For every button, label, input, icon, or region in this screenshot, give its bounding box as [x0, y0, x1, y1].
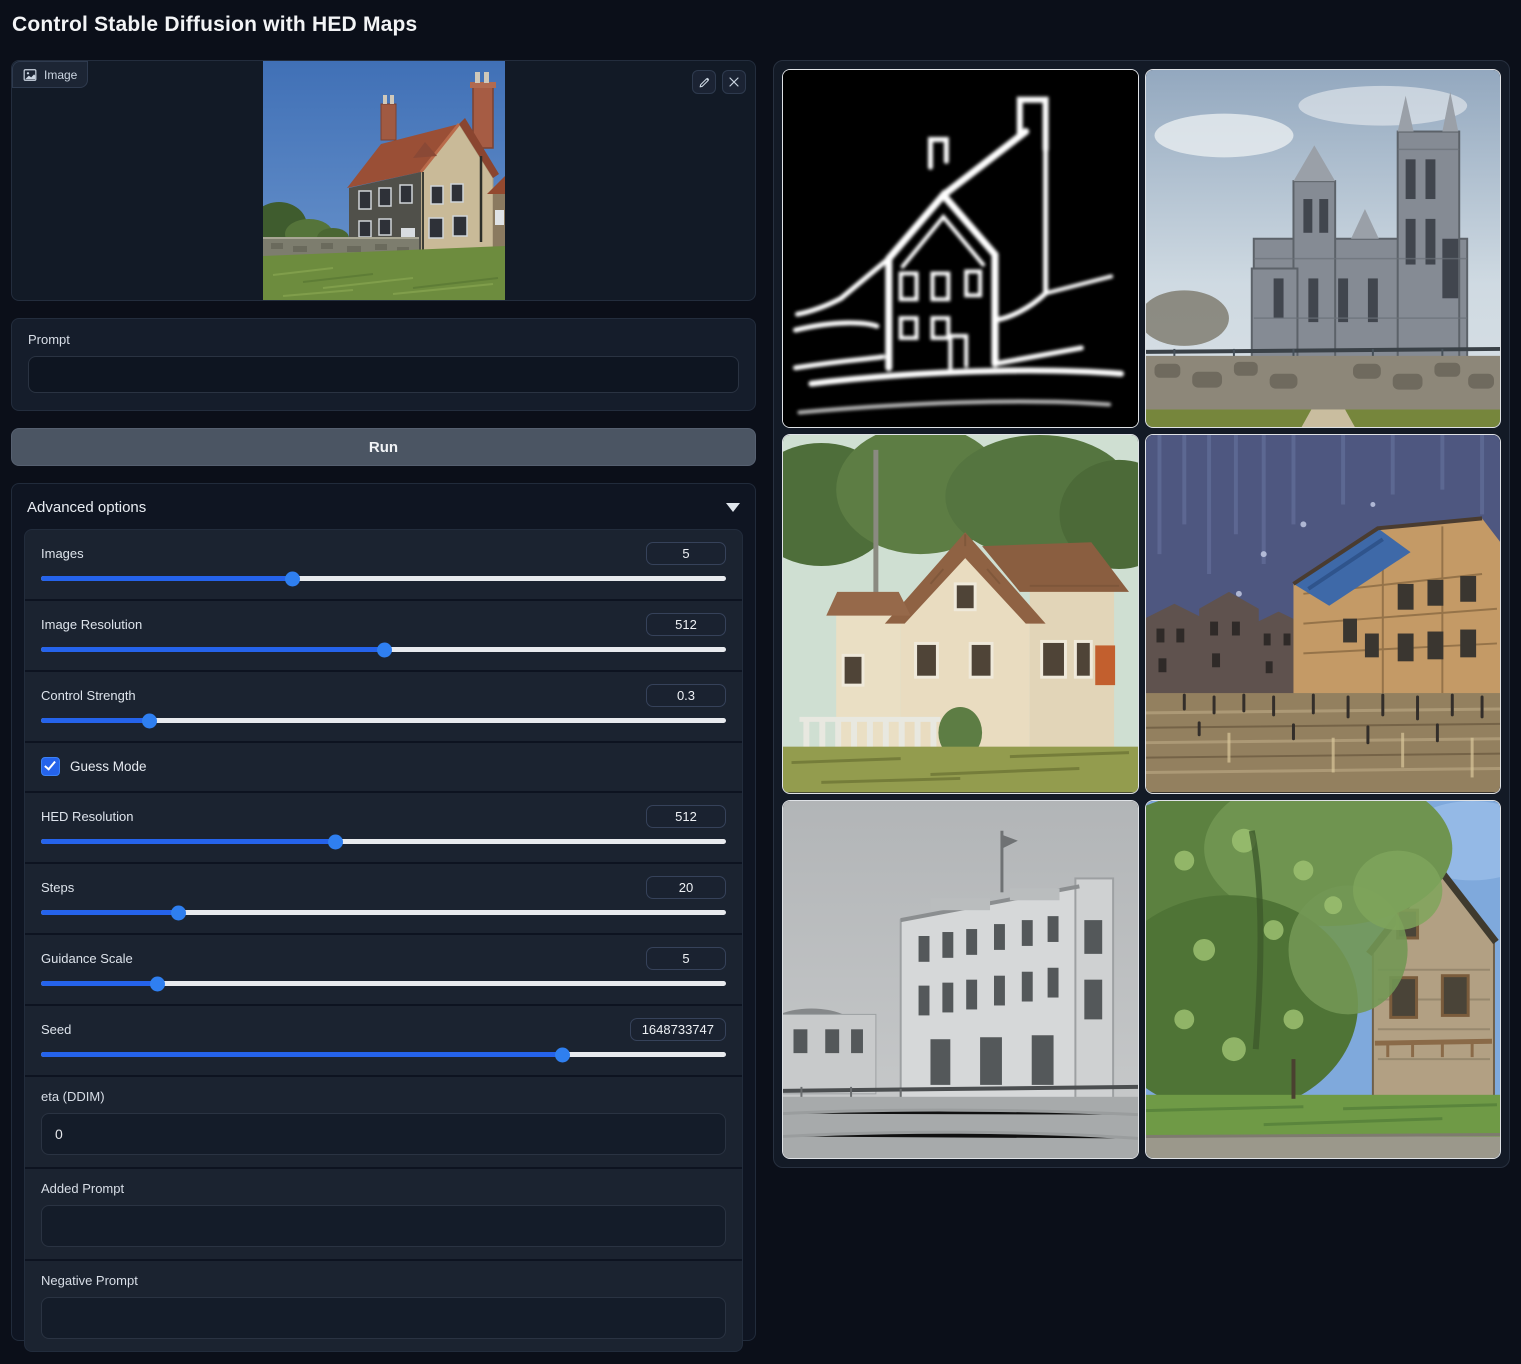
image-component-label-text: Image — [44, 68, 77, 82]
images-slider-label: Images — [41, 546, 84, 561]
image-resolution-slider[interactable] — [41, 647, 726, 652]
image-resolution-slider-handle[interactable] — [377, 642, 392, 657]
images-slider-row: Images 5 — [25, 530, 742, 601]
guidance-scale-value-box[interactable]: 5 — [646, 947, 726, 970]
negative-prompt-row: Negative Prompt — [25, 1261, 742, 1351]
seed-slider-label: Seed — [41, 1022, 71, 1037]
hed-resolution-slider[interactable] — [41, 839, 726, 844]
prompt-label: Prompt — [28, 332, 739, 347]
eta-input[interactable] — [41, 1113, 726, 1155]
page-title: Control Stable Diffusion with HED Maps — [12, 13, 417, 37]
control-strength-slider-label: Control Strength — [41, 688, 136, 703]
steps-value-box[interactable]: 20 — [646, 876, 726, 899]
advanced-options-title: Advanced options — [27, 499, 146, 516]
control-strength-value-box[interactable]: 0.3 — [646, 684, 726, 707]
guess-mode-label: Guess Mode — [70, 759, 147, 774]
clear-image-button[interactable] — [722, 70, 746, 94]
accordion-arrow-icon — [726, 503, 740, 512]
advanced-options-header[interactable]: Advanced options — [12, 484, 755, 528]
gallery-item-stone-house[interactable] — [1145, 800, 1502, 1159]
image-resolution-slider-row: Image Resolution 512 — [25, 601, 742, 672]
hed-resolution-slider-handle[interactable] — [328, 834, 343, 849]
gallery-item-impressionist[interactable] — [1145, 434, 1502, 793]
eta-row: eta (DDIM) — [25, 1077, 742, 1169]
hed-resolution-slider-label: HED Resolution — [41, 809, 134, 824]
hed-resolution-slider-row: HED Resolution 512 — [25, 793, 742, 864]
seed-slider[interactable] — [41, 1052, 726, 1057]
control-strength-slider-row: Control Strength 0.3 — [25, 672, 742, 743]
images-slider[interactable] — [41, 576, 726, 581]
result-gallery — [773, 60, 1510, 1168]
close-icon — [728, 76, 740, 88]
run-button[interactable]: Run — [11, 428, 756, 466]
guidance-scale-slider[interactable] — [41, 981, 726, 986]
images-value-box[interactable]: 5 — [646, 542, 726, 565]
image-resolution-value-box[interactable]: 512 — [646, 613, 726, 636]
steps-slider-label: Steps — [41, 880, 74, 895]
prompt-group: Prompt — [11, 318, 756, 411]
image-resolution-slider-label: Image Resolution — [41, 617, 142, 632]
seed-slider-row: Seed 1648733747 — [25, 1006, 742, 1077]
control-strength-slider[interactable] — [41, 718, 726, 723]
hed-resolution-value-box[interactable]: 512 — [646, 805, 726, 828]
negative-prompt-input[interactable] — [41, 1297, 726, 1339]
uploaded-image[interactable] — [263, 61, 505, 300]
advanced-options-form: Images 5 Image Resolution 512 Control St… — [24, 529, 743, 1352]
control-strength-slider-handle[interactable] — [142, 713, 157, 728]
pencil-icon — [698, 76, 711, 89]
guidance-scale-slider-row: Guidance Scale 5 — [25, 935, 742, 1006]
gallery-item-cathedral[interactable] — [1145, 69, 1502, 428]
image-icon — [23, 68, 37, 82]
prompt-input[interactable] — [28, 356, 739, 393]
guess-mode-row: Guess Mode — [25, 743, 742, 793]
steps-slider-row: Steps 20 — [25, 864, 742, 935]
negative-prompt-label: Negative Prompt — [41, 1273, 726, 1288]
added-prompt-label: Added Prompt — [41, 1181, 726, 1196]
added-prompt-input[interactable] — [41, 1205, 726, 1247]
advanced-options-panel: Advanced options Images 5 Image Resoluti… — [11, 483, 756, 1341]
gallery-item-painted-cottage[interactable] — [782, 434, 1139, 793]
seed-slider-handle[interactable] — [555, 1047, 570, 1062]
eta-label: eta (DDIM) — [41, 1089, 726, 1104]
input-image-panel: Image — [11, 60, 756, 301]
image-component-label: Image — [12, 61, 88, 88]
steps-slider[interactable] — [41, 910, 726, 915]
guidance-scale-slider-label: Guidance Scale — [41, 951, 133, 966]
guess-mode-checkbox[interactable] — [41, 757, 60, 776]
gallery-item-hed-map[interactable] — [782, 69, 1139, 428]
added-prompt-row: Added Prompt — [25, 1169, 742, 1261]
steps-slider-handle[interactable] — [171, 905, 186, 920]
seed-value-box[interactable]: 1648733747 — [630, 1018, 726, 1041]
gallery-item-bw-building[interactable] — [782, 800, 1139, 1159]
edit-image-button[interactable] — [692, 70, 716, 94]
image-actions — [692, 70, 746, 94]
images-slider-handle[interactable] — [285, 571, 300, 586]
guidance-scale-slider-handle[interactable] — [150, 976, 165, 991]
